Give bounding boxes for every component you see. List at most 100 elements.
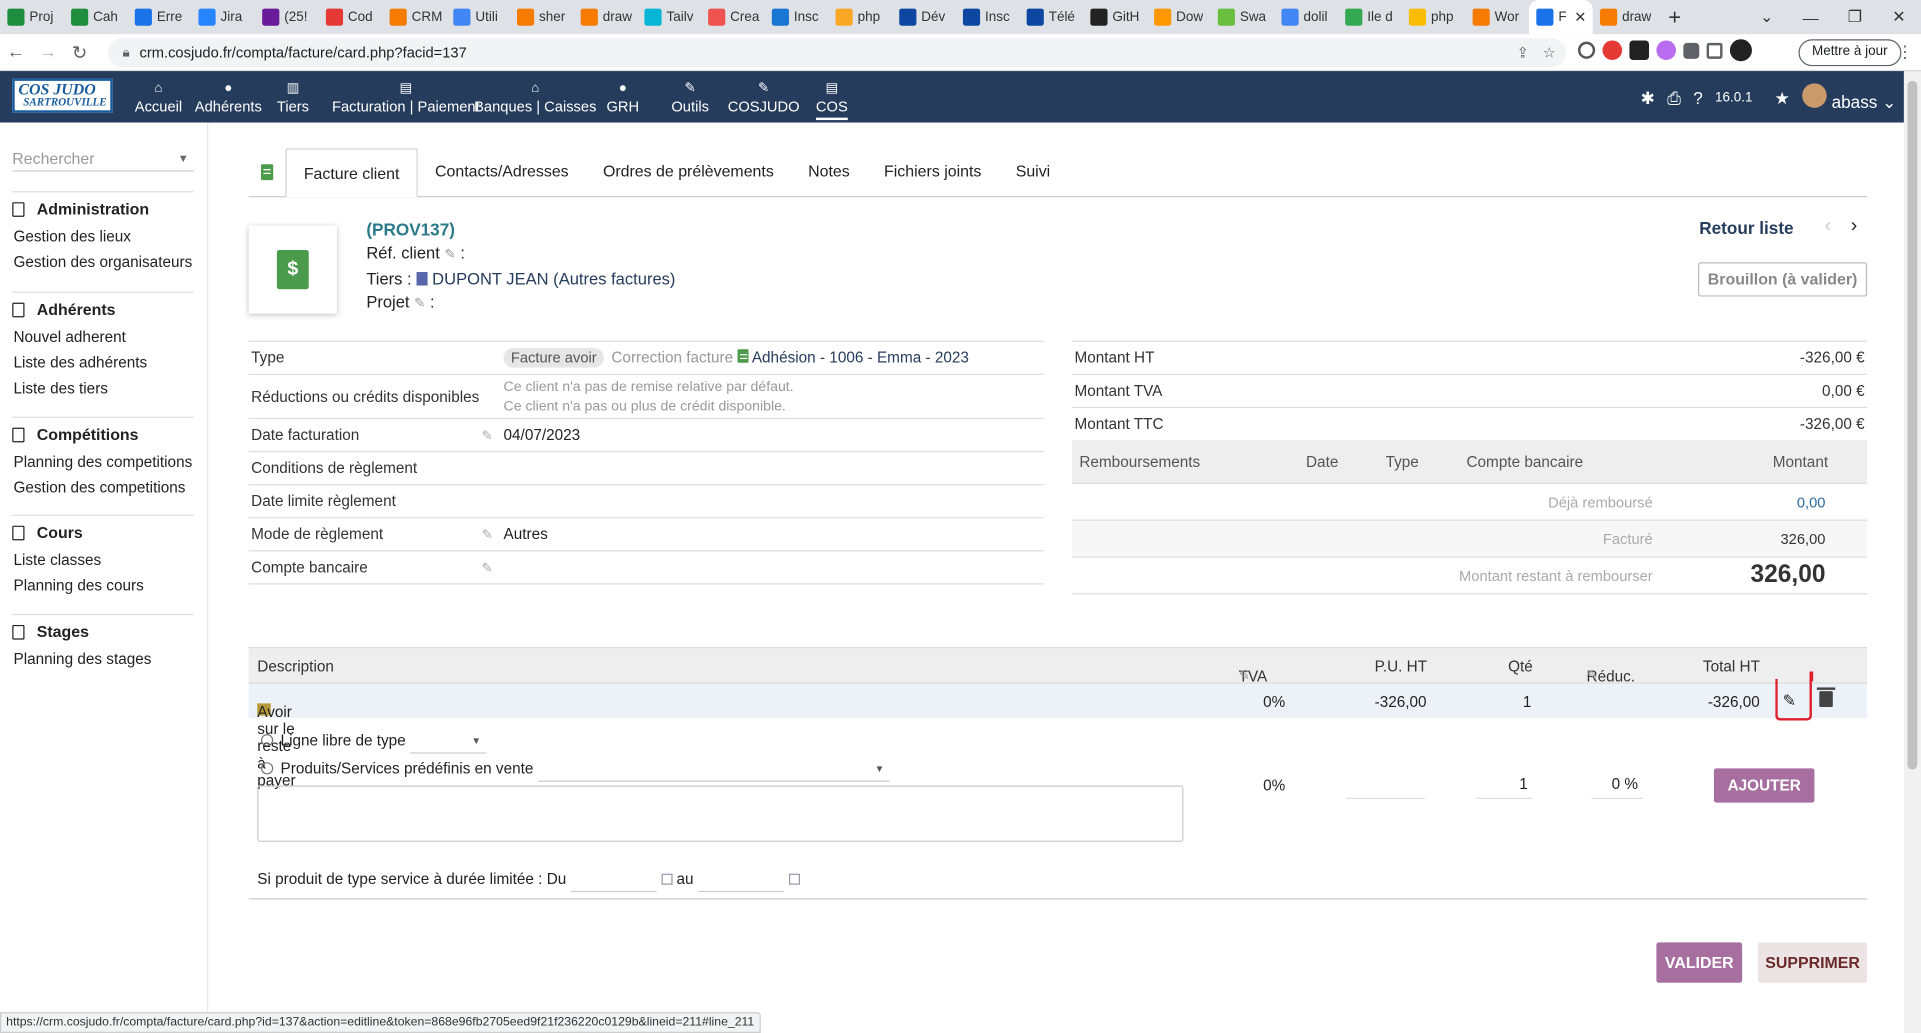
- browser-tab[interactable]: Utili: [446, 0, 510, 34]
- browser-tab[interactable]: php: [1402, 0, 1466, 34]
- browser-tab[interactable]: Cod: [319, 0, 383, 34]
- back-icon[interactable]: ←: [0, 42, 32, 63]
- browser-tab[interactable]: Erre: [127, 0, 191, 34]
- browser-tab[interactable]: draw: [573, 0, 637, 34]
- browser-tab[interactable]: Crea: [701, 0, 765, 34]
- user-menu[interactable]: abass ⌄: [1802, 83, 1897, 112]
- browser-tab[interactable]: dolil: [1274, 0, 1338, 34]
- close-tab-icon[interactable]: ✕: [1574, 9, 1586, 26]
- menu-cosjudo[interactable]: ✎ COSJUDO: [728, 78, 800, 115]
- browser-tab[interactable]: Jira: [191, 0, 255, 34]
- tab-contacts[interactable]: Contacts/Adresses: [418, 147, 586, 196]
- lock-icon[interactable]: 🔒︎: [123, 45, 130, 61]
- browser-tab[interactable]: draw: [1593, 0, 1657, 34]
- sidebar-item[interactable]: Gestion des organisateurs: [12, 249, 193, 275]
- browser-tab[interactable]: F ✕: [1528, 0, 1593, 35]
- browser-tab[interactable]: Tailv: [637, 0, 701, 34]
- back-to-list-link[interactable]: Retour liste: [1699, 218, 1793, 238]
- tab-search-icon[interactable]: ⌄: [1745, 7, 1789, 27]
- browser-tab[interactable]: Wor: [1465, 0, 1529, 34]
- browser-tab[interactable]: Dév: [892, 0, 956, 34]
- trash-icon[interactable]: [1816, 687, 1836, 708]
- corrected-invoice-link[interactable]: Adhésion - 1006 - Emma - 2023: [752, 349, 969, 366]
- reduc-input[interactable]: 0 %: [1591, 772, 1643, 799]
- edit-pencil-icon[interactable]: ✎: [481, 427, 503, 443]
- browser-tab[interactable]: Swa: [1210, 0, 1274, 34]
- radio-free-line[interactable]: [260, 734, 274, 747]
- sidebar-section-title[interactable]: Stages: [12, 613, 194, 646]
- update-button[interactable]: Mettre à jour: [1798, 39, 1902, 67]
- sidebar-item[interactable]: Liste des tiers: [12, 375, 193, 401]
- profile-icon[interactable]: [1729, 39, 1752, 62]
- page-scrollbar[interactable]: [1903, 71, 1921, 1033]
- sidebar-section-title[interactable]: Compétitions: [12, 416, 194, 449]
- scrollbar-thumb[interactable]: [1907, 80, 1918, 770]
- edit-pencil-icon[interactable]: ✎: [481, 526, 503, 543]
- radio-predef[interactable]: [260, 762, 274, 775]
- next-record-icon[interactable]: ›: [1851, 216, 1858, 237]
- sidebar-section-title[interactable]: Adhérents: [12, 291, 194, 324]
- sidebar-item[interactable]: Planning des cours: [12, 572, 193, 598]
- sidebar-item[interactable]: Gestion des lieux: [12, 223, 193, 249]
- extension-icon[interactable]: [1577, 41, 1596, 59]
- sidebar-item[interactable]: Gestion des competitions: [12, 474, 193, 500]
- browser-tab[interactable]: Proj: [0, 0, 64, 34]
- browser-tab[interactable]: Dow: [1147, 0, 1211, 34]
- puzzle-icon[interactable]: [1683, 42, 1700, 59]
- help-icon[interactable]: ?: [1693, 88, 1703, 108]
- calendar-icon[interactable]: [661, 874, 673, 886]
- extension-icon[interactable]: [1629, 40, 1650, 61]
- minimize-icon[interactable]: —: [1789, 8, 1833, 26]
- new-tab-button[interactable]: +: [1656, 4, 1693, 30]
- menu-facturation-paiement[interactable]: ▤ Facturation | Paiement: [332, 78, 480, 115]
- edit-pencil-icon[interactable]: ✎: [1239, 668, 1250, 684]
- sidebar-section-title[interactable]: Administration: [12, 191, 194, 223]
- sidebar-item[interactable]: Planning des stages: [12, 646, 193, 672]
- tiers-link[interactable]: DUPONT JEAN (Autres factures): [432, 270, 675, 288]
- browser-tab[interactable]: Insc: [956, 0, 1020, 34]
- product-select[interactable]: ▼: [537, 757, 890, 782]
- calendar-icon[interactable]: [788, 874, 800, 886]
- menu-accueil[interactable]: ⌂ Accueil: [135, 78, 182, 115]
- edit-pencil-icon[interactable]: ✎: [444, 248, 455, 263]
- deja-value[interactable]: 0,00: [1797, 494, 1826, 511]
- browser-tab[interactable]: sher: [510, 0, 574, 34]
- adblock-icon[interactable]: [1602, 40, 1623, 61]
- edit-pencil-icon[interactable]: ✎: [1587, 668, 1598, 684]
- price-input[interactable]: [1346, 772, 1425, 799]
- browser-tab[interactable]: GitH: [1083, 0, 1147, 34]
- club-logo[interactable]: COS JUDO SARTROUVILLE: [12, 78, 113, 113]
- menu-tiers[interactable]: ▥ Tiers: [277, 78, 309, 115]
- print-icon[interactable]: ⎙: [1667, 88, 1681, 109]
- tab-suivi[interactable]: Suivi: [999, 147, 1068, 196]
- bookmark-star-icon[interactable]: ☆: [1543, 44, 1556, 61]
- tab-prelevements[interactable]: Ordres de prélèvements: [586, 147, 791, 196]
- edit-pencil-icon[interactable]: ✎: [481, 559, 503, 576]
- sidebar-item[interactable]: Liste classes: [12, 547, 193, 573]
- menu-outils[interactable]: ✎ Outils: [671, 78, 709, 115]
- line-type-select[interactable]: ▼: [409, 729, 486, 754]
- description-textarea[interactable]: [257, 785, 1184, 842]
- maximize-icon[interactable]: ❐: [1833, 7, 1877, 27]
- free-line-option[interactable]: Ligne libre de type ▼: [260, 729, 486, 754]
- address-bar[interactable]: 🔒︎ crm.cosjudo.fr/compta/facture/card.ph…: [107, 37, 1566, 68]
- extension-icon[interactable]: [1656, 40, 1676, 61]
- kebab-menu-icon[interactable]: ⋮: [1897, 42, 1914, 63]
- tab-fichiers[interactable]: Fichiers joints: [867, 147, 999, 196]
- sidebar-item[interactable]: Liste des adhérents: [12, 349, 193, 375]
- validate-button[interactable]: VALIDER: [1656, 942, 1743, 983]
- edit-pencil-icon[interactable]: ✎: [414, 297, 425, 312]
- reload-icon[interactable]: ↻: [64, 41, 96, 63]
- end-date-input[interactable]: [697, 868, 784, 893]
- tab-notes[interactable]: Notes: [791, 147, 867, 196]
- sidebar-item[interactable]: Nouvel adherent: [12, 324, 193, 350]
- sidebar-item[interactable]: Planning des competitions: [12, 448, 193, 474]
- browser-tab[interactable]: Ile d: [1338, 0, 1402, 34]
- bug-icon[interactable]: ✱: [1641, 88, 1655, 109]
- browser-tab[interactable]: Télé: [1019, 0, 1083, 34]
- menu-adh-rents[interactable]: ● Adhérents: [195, 78, 262, 115]
- browser-tab[interactable]: (25!: [255, 0, 319, 34]
- browser-tab[interactable]: Insc: [764, 0, 828, 34]
- sidebar-section-title[interactable]: Cours: [12, 514, 194, 547]
- menu-banques-caisses[interactable]: ⌂ Banques | Caisses: [474, 78, 596, 115]
